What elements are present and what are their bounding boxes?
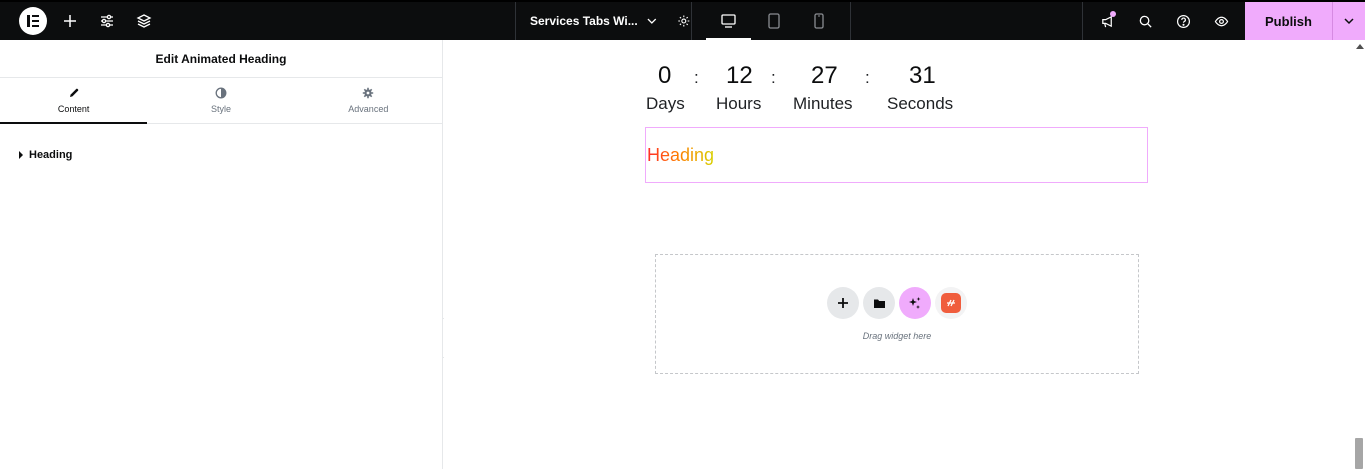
tab-content-label: Content: [57, 104, 90, 114]
elementor-logo-icon[interactable]: [19, 7, 47, 35]
canvas-scrollbar[interactable]: [1352, 40, 1365, 469]
empty-container-drop-zone[interactable]: Drag widget here: [655, 254, 1139, 374]
tab-content[interactable]: Content: [0, 78, 148, 124]
addon-library-button[interactable]: [935, 287, 967, 319]
folder-icon: [873, 299, 885, 308]
caret-right-icon: [19, 151, 23, 159]
structure-layers-icon[interactable]: [125, 2, 162, 40]
scrollbar-thumb[interactable]: [1355, 438, 1363, 469]
editor-panel: Edit Animated Heading Content Style Adva…: [0, 40, 443, 469]
site-settings-icon[interactable]: [88, 2, 125, 40]
search-icon[interactable]: [1126, 2, 1164, 40]
countdown-hours-label: Hours: [716, 94, 762, 113]
document-settings[interactable]: Services Tabs Wi...: [515, 2, 692, 40]
document-title[interactable]: Services Tabs Wi...: [530, 14, 638, 28]
gear-icon[interactable]: [677, 14, 691, 28]
notification-dot: [1110, 11, 1116, 17]
tablet-view-icon[interactable]: [751, 2, 796, 40]
animated-heading-text: Heading: [647, 145, 715, 165]
panel-tabs: Content Style Advanced: [0, 78, 442, 124]
section-heading[interactable]: Heading: [0, 124, 442, 186]
tab-style[interactable]: Style: [147, 78, 294, 123]
tab-style-label: Style: [210, 104, 231, 114]
mobile-view-icon[interactable]: [796, 2, 841, 40]
half-circle-icon: [215, 87, 227, 99]
section-heading-label: Heading: [29, 149, 73, 161]
ai-sparkle-icon: [909, 297, 921, 309]
preview-eye-icon[interactable]: [1202, 2, 1240, 40]
panel-title: Edit Animated Heading: [0, 40, 442, 78]
top-bar: Services Tabs Wi... Publish: [0, 0, 1365, 40]
ai-generate-button[interactable]: [899, 287, 931, 319]
countdown-separator: :: [694, 68, 699, 87]
add-widget-button[interactable]: [827, 287, 859, 319]
scroll-up-arrow-icon[interactable]: [1356, 44, 1364, 49]
animated-heading-widget[interactable]: Heading: [645, 127, 1148, 183]
plus-icon: [838, 298, 848, 308]
publish-button[interactable]: Publish: [1245, 2, 1332, 40]
countdown-hours-value: 12: [726, 62, 753, 89]
desktop-view-icon[interactable]: [706, 2, 751, 40]
pencil-icon: [69, 88, 78, 97]
countdown-separator: :: [865, 68, 870, 87]
addon-logo-icon: [941, 293, 961, 313]
chevron-down-icon[interactable]: [646, 15, 658, 27]
add-element-icon[interactable]: [51, 2, 88, 40]
countdown-days-label: Days: [646, 94, 685, 113]
tab-advanced[interactable]: Advanced: [295, 78, 442, 123]
countdown-days-value: 0: [658, 62, 672, 89]
gear-icon: [363, 87, 374, 99]
countdown-minutes-value: 27: [811, 62, 838, 89]
publish-options-chevron-icon[interactable]: [1332, 2, 1365, 40]
countdown-seconds-label: Seconds: [887, 94, 954, 113]
countdown-seconds-value: 31: [909, 62, 936, 89]
drop-zone-label: Drag widget here: [862, 331, 932, 341]
notifications-megaphone-icon[interactable]: [1088, 2, 1126, 40]
countdown-minutes-label: Minutes: [793, 94, 853, 113]
responsive-mode-switcher: [692, 2, 851, 40]
countdown-separator: :: [771, 68, 776, 87]
tab-advanced-label: Advanced: [348, 104, 389, 114]
add-template-button[interactable]: [863, 287, 895, 319]
help-icon[interactable]: [1164, 2, 1202, 40]
